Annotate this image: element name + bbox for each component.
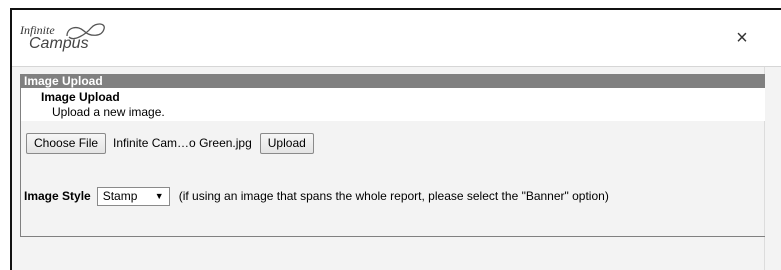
choose-file-button[interactable]: Choose File: [26, 132, 107, 154]
image-style-hint: (if using an image that spans the whole …: [178, 189, 609, 203]
image-style-row: Image Style Stamp ▼ (if using an image t…: [24, 185, 609, 207]
upload-description: Upload a new image.: [52, 105, 165, 119]
image-style-select[interactable]: Stamp ▼: [96, 186, 170, 206]
selected-filename: Infinite Cam…o Green.jpg: [113, 136, 252, 150]
close-button[interactable]: ×: [734, 28, 750, 48]
dialog-header: Infinite Campus ×: [12, 10, 781, 67]
dropdown-arrow-icon: ▼: [154, 191, 164, 201]
image-style-label: Image Style: [24, 189, 91, 203]
image-upload-panel: Image Upload Image Upload Upload a new i…: [20, 74, 765, 237]
image-upload-dialog: Infinite Campus × Image Upload Image Upl…: [10, 8, 781, 270]
dialog-body: Image Upload Image Upload Upload a new i…: [12, 67, 765, 270]
infinity-swoosh-icon: [66, 23, 105, 40]
file-row: Choose File Infinite Cam…o Green.jpg Upl…: [26, 132, 314, 154]
upload-heading: Image Upload: [41, 90, 120, 104]
image-style-value: Stamp: [102, 189, 138, 203]
infinite-campus-logo: Infinite Campus: [20, 22, 120, 56]
upload-button[interactable]: Upload: [259, 132, 314, 154]
panel-title: Image Upload: [21, 74, 765, 88]
upload-info: Image Upload Upload a new image.: [21, 88, 765, 121]
